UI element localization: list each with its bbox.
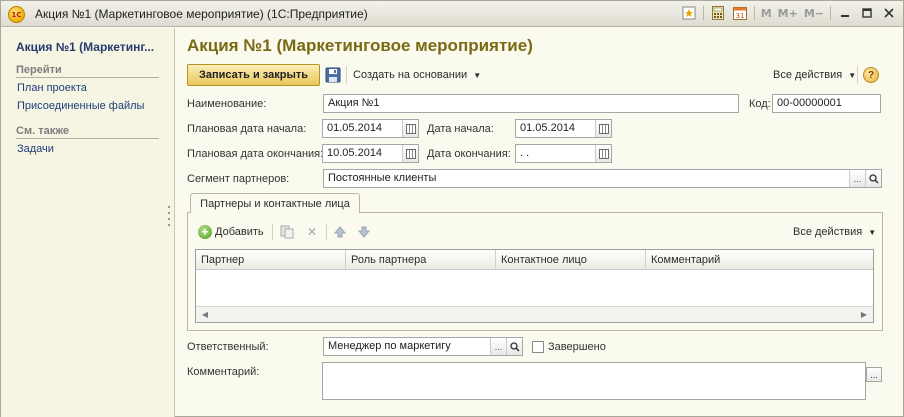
add-row-label: Добавить	[215, 226, 264, 238]
comment-textarea[interactable]	[322, 362, 866, 400]
partner-segment-field[interactable]: Постоянные клиенты ...	[323, 169, 882, 188]
move-up-icon[interactable]	[333, 225, 347, 239]
planned-start-value: 01.05.2014	[327, 122, 383, 134]
create-based-on-menu[interactable]: Создать на основании ▼	[353, 69, 481, 81]
code-field[interactable]: 00-00000001	[772, 94, 881, 113]
name-label: Наименование:	[187, 98, 267, 110]
toolbar-divider	[326, 224, 327, 240]
comment-ellipsis-button[interactable]: ...	[866, 367, 882, 382]
end-label: Дата окончания:	[427, 148, 511, 160]
title-bar-tools: 31 M M+ M−	[681, 5, 897, 21]
segment-label: Сегмент партнеров:	[187, 173, 290, 185]
table-all-actions-label: Все действия	[793, 226, 863, 238]
comment-label: Комментарий:	[187, 366, 260, 378]
planned-start-date-field[interactable]: 01.05.2014	[322, 119, 419, 138]
select-ellipsis-button[interactable]: ...	[490, 338, 506, 355]
help-icon[interactable]: ?	[863, 67, 879, 83]
app-logo-icon[interactable]: 1С	[8, 6, 25, 23]
delete-row-icon[interactable]: ✕	[305, 225, 319, 239]
calendar-picker-icon[interactable]	[402, 120, 418, 137]
toolbar-divider	[346, 66, 347, 84]
nav-section-see-also: См. также	[16, 125, 159, 139]
chevron-down-icon: ▼	[848, 71, 857, 80]
toolbar-divider	[753, 6, 755, 20]
copy-row-icon[interactable]	[280, 225, 294, 239]
end-value: . .	[520, 147, 530, 159]
memory-add-button[interactable]: M+	[778, 7, 798, 20]
planned-end-label: Плановая дата окончания:	[187, 148, 324, 160]
form-window: 1С Акция №1 (Маркетинговое мероприятие) …	[0, 0, 904, 417]
tab-partners-contacts[interactable]: Партнеры и контактные лица	[190, 193, 360, 213]
plus-icon: +	[198, 225, 212, 239]
form-title: Акция №1 (Маркетинговое мероприятие)	[187, 36, 533, 55]
end-date-field[interactable]: . .	[515, 144, 612, 163]
calendar-picker-icon[interactable]	[595, 120, 611, 137]
nav-link-project-plan[interactable]: План проекта	[17, 82, 87, 94]
nav-section-go-to: Перейти	[16, 64, 159, 78]
maximize-icon[interactable]	[859, 5, 875, 21]
navigation-panel: Акция №1 (Маркетинг... Перейти План прое…	[1, 28, 175, 417]
toolbar-divider	[830, 6, 831, 20]
toolbar-divider	[702, 6, 704, 20]
column-header-comment[interactable]: Комментарий	[646, 250, 873, 270]
svg-text:31: 31	[735, 12, 744, 20]
memory-store-button[interactable]: M	[761, 7, 772, 20]
open-lookup-icon[interactable]	[506, 338, 522, 355]
open-lookup-icon[interactable]	[865, 170, 881, 187]
nav-link-attached-files[interactable]: Присоединенные файлы	[17, 100, 144, 112]
all-actions-menu[interactable]: Все действия ▼	[773, 69, 856, 81]
responsible-field[interactable]: Менеджер по маркетигу ...	[323, 337, 523, 356]
horizontal-scrollbar[interactable]: ◀ ▶	[196, 306, 873, 322]
responsible-value: Менеджер по маркетигу	[328, 340, 451, 352]
table-header: Партнер Роль партнера Контактное лицо Ко…	[196, 250, 873, 270]
start-value: 01.05.2014	[520, 122, 576, 134]
nav-link-tasks[interactable]: Задачи	[17, 143, 54, 155]
planned-start-label: Плановая дата начала:	[187, 123, 307, 135]
minimize-icon[interactable]	[837, 5, 853, 21]
name-field[interactable]: Акция №1	[323, 94, 739, 113]
panel-splitter-handle[interactable]	[167, 206, 171, 236]
memory-subtract-button[interactable]: M−	[804, 7, 824, 20]
select-ellipsis-button[interactable]: ...	[849, 170, 865, 187]
title-bar: 1С Акция №1 (Маркетинговое мероприятие) …	[1, 1, 903, 27]
column-header-role[interactable]: Роль партнера	[346, 250, 496, 270]
responsible-label: Ответственный:	[187, 341, 269, 353]
start-date-field[interactable]: 01.05.2014	[515, 119, 612, 138]
all-actions-label: Все действия	[773, 69, 843, 81]
save-icon[interactable]	[325, 67, 341, 83]
completed-label: Завершено	[548, 341, 606, 353]
close-icon[interactable]	[881, 5, 897, 21]
segment-value: Постоянные клиенты	[328, 172, 437, 184]
chevron-down-icon: ▼	[473, 71, 482, 80]
chevron-down-icon: ▼	[868, 228, 877, 237]
start-label: Дата начала:	[427, 123, 494, 135]
planned-end-date-field[interactable]: 10.05.2014	[322, 144, 419, 163]
navigation-title[interactable]: Акция №1 (Маркетинг...	[16, 40, 166, 54]
toolbar-divider	[272, 224, 273, 240]
completed-checkbox[interactable]	[532, 341, 544, 353]
planned-end-value: 10.05.2014	[327, 147, 383, 159]
table-all-actions-menu[interactable]: Все действия ▼	[793, 226, 876, 238]
code-label: Код:	[749, 98, 771, 110]
calendar-picker-icon[interactable]	[595, 145, 611, 162]
calendar-picker-icon[interactable]	[402, 145, 418, 162]
favorites-icon[interactable]	[681, 5, 697, 21]
window-title: Акция №1 (Маркетинговое мероприятие) (1С…	[35, 7, 368, 21]
column-header-contact[interactable]: Контактное лицо	[496, 250, 646, 270]
scroll-left-icon[interactable]: ◀	[199, 309, 211, 320]
calendar-icon[interactable]: 31	[732, 5, 748, 21]
partners-table[interactable]: Партнер Роль партнера Контактное лицо Ко…	[195, 249, 874, 323]
scroll-right-icon[interactable]: ▶	[858, 309, 870, 320]
move-down-icon[interactable]	[357, 225, 371, 239]
create-based-on-label: Создать на основании	[353, 69, 468, 81]
save-and-close-button[interactable]: Записать и закрыть	[187, 64, 320, 86]
calculator-icon[interactable]	[710, 5, 726, 21]
add-row-button[interactable]: + Добавить	[198, 225, 264, 239]
toolbar-divider	[857, 66, 858, 84]
column-header-partner[interactable]: Партнер	[196, 250, 346, 270]
